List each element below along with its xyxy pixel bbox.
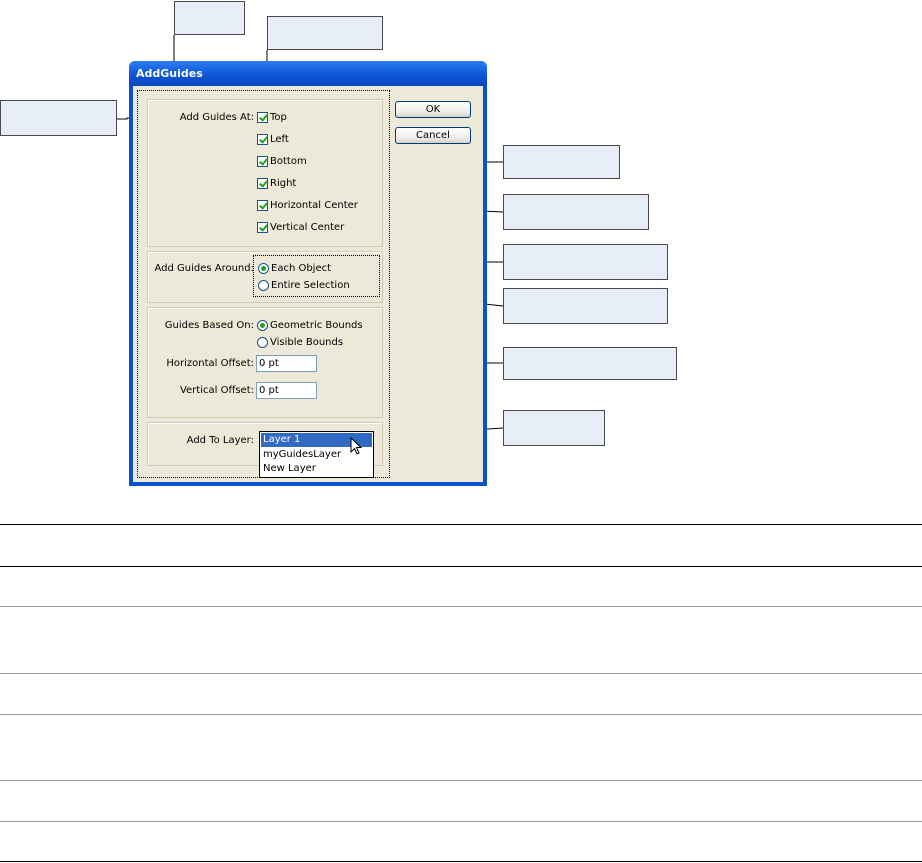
checkbox-top-label[interactable]: Top	[270, 112, 287, 124]
dialog-title: AddGuides	[136, 67, 203, 80]
guides-based-on-label: Guides Based On:	[164, 320, 254, 331]
checkbox-bottom[interactable]	[257, 156, 268, 167]
add-to-layer-label: Add To Layer:	[186, 435, 254, 446]
mouse-pointer-icon	[350, 437, 363, 455]
callout-edit-text	[503, 347, 677, 380]
horizontal-offset-field[interactable]: 0 pt	[256, 355, 317, 372]
add-guides-at-label: Add Guides At:	[179, 112, 254, 123]
vertical-offset-field[interactable]: 0 pt	[256, 382, 317, 399]
checkbox-vertical-center[interactable]	[257, 222, 268, 233]
callout-static-text	[0, 100, 117, 136]
checkbox-top[interactable]	[257, 112, 268, 123]
radio-each-object[interactable]	[258, 263, 269, 274]
radio-entire-selection-label[interactable]: Entire Selection	[271, 280, 350, 292]
callout-panel-group	[267, 16, 383, 50]
add-guides-around-label: Add Guides Around:	[154, 263, 254, 274]
checkbox-left[interactable]	[257, 134, 268, 145]
callout-dialog-title	[174, 1, 245, 35]
callout-radio-group	[503, 244, 668, 280]
dialog-titlebar[interactable]: AddGuides	[129, 61, 487, 86]
radio-geometric-bounds[interactable]	[257, 320, 268, 331]
table-rule-1	[0, 606, 922, 607]
checkbox-left-label[interactable]: Left	[270, 134, 289, 146]
checkbox-horizontal-center[interactable]	[257, 200, 268, 211]
horizontal-offset-label: Horizontal Offset:	[166, 358, 254, 369]
checkbox-horizontal-center-label[interactable]: Horizontal Center	[270, 200, 358, 212]
callout-checkbox-group	[503, 145, 620, 179]
checkbox-vertical-center-label[interactable]: Vertical Center	[270, 222, 344, 234]
checkbox-right[interactable]	[257, 178, 268, 189]
table-rule-top	[0, 524, 922, 525]
radio-each-object-label[interactable]: Each Object	[271, 263, 331, 275]
radio-visible-bounds[interactable]	[257, 337, 268, 348]
table-rule-bottom	[0, 861, 922, 862]
cancel-button[interactable]: Cancel	[395, 127, 471, 144]
table-rule-2	[0, 673, 922, 674]
radio-visible-bounds-label[interactable]: Visible Bounds	[270, 337, 343, 349]
table-rule-3	[0, 714, 922, 715]
table-rule-5	[0, 821, 922, 822]
callout-dropdown	[503, 410, 605, 446]
radio-geometric-bounds-label[interactable]: Geometric Bounds	[270, 320, 363, 332]
table-rule-header	[0, 566, 922, 567]
layer-option-new-layer[interactable]: New Layer	[261, 462, 372, 476]
vertical-offset-label: Vertical Offset:	[179, 385, 254, 396]
table-rule-4	[0, 780, 922, 781]
radio-entire-selection[interactable]	[258, 280, 269, 291]
callout-checkbox	[503, 194, 649, 230]
callout-radio-button	[503, 288, 668, 324]
checkbox-bottom-label[interactable]: Bottom	[270, 156, 307, 168]
ok-button[interactable]: OK	[395, 101, 471, 118]
checkbox-right-label[interactable]: Right	[270, 178, 296, 190]
